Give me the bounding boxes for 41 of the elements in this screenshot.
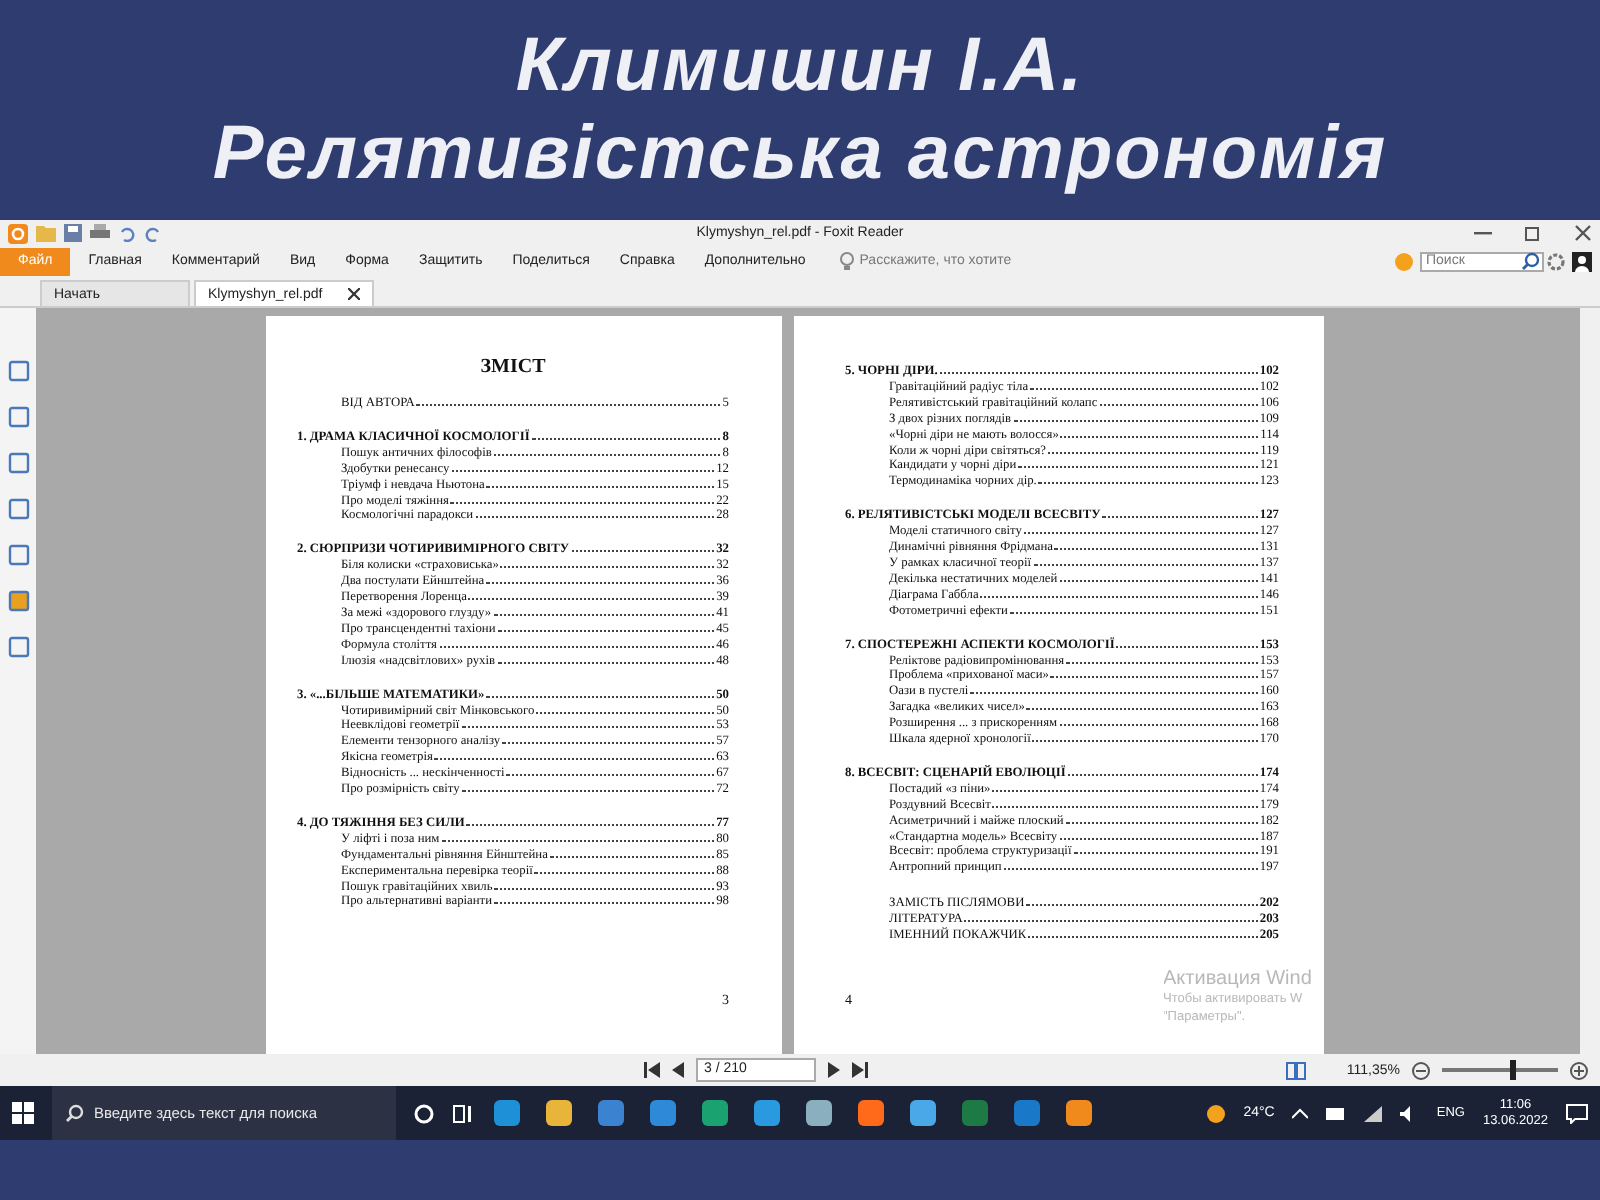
undo-icon[interactable] <box>118 224 136 242</box>
app-icon[interactable] <box>858 1100 884 1126</box>
print-icon[interactable] <box>90 224 110 242</box>
windows-start-icon[interactable] <box>12 1102 34 1124</box>
app-icon[interactable] <box>910 1100 936 1126</box>
user-icon[interactable] <box>1572 251 1592 271</box>
contents-heading: ЗМІСТ <box>478 356 548 378</box>
lightbulb-icon <box>839 252 854 270</box>
app-icon[interactable] <box>702 1100 728 1126</box>
app-icon[interactable] <box>650 1100 676 1126</box>
next-page-icon[interactable] <box>828 1062 840 1078</box>
chevron-up-icon[interactable] <box>1292 1107 1309 1119</box>
app-icon[interactable] <box>754 1100 780 1126</box>
redo-icon[interactable] <box>144 224 162 242</box>
task-view-icon[interactable] <box>452 1103 472 1123</box>
search-icon <box>66 1104 84 1122</box>
app-icon[interactable] <box>494 1100 520 1126</box>
activation-notice-title: Активация Wind <box>1163 968 1314 990</box>
last-page-icon[interactable] <box>852 1062 868 1078</box>
app-icon[interactable] <box>1014 1100 1040 1126</box>
app-icon[interactable] <box>598 1100 624 1126</box>
scrollbar[interactable] <box>1580 308 1600 1054</box>
save-icon[interactable] <box>64 224 82 242</box>
previous-page-icon[interactable] <box>672 1062 684 1078</box>
notification-icon[interactable] <box>1566 1103 1588 1123</box>
circle-icon[interactable] <box>414 1103 434 1123</box>
two-page-view-icon[interactable] <box>1286 1061 1307 1079</box>
slide-title: Климишин І.А. <box>515 22 1085 110</box>
app-icon[interactable] <box>806 1100 832 1126</box>
app-icon[interactable] <box>1066 1100 1092 1126</box>
zoom-in-icon[interactable] <box>1570 1061 1588 1079</box>
zoom-slider-thumb[interactable] <box>1509 1060 1516 1080</box>
close-icon[interactable] <box>348 288 360 300</box>
app-icon[interactable] <box>546 1100 572 1126</box>
zoom-out-icon[interactable] <box>1412 1061 1430 1079</box>
first-page-icon[interactable] <box>644 1062 660 1078</box>
restore-icon[interactable] <box>1524 224 1542 242</box>
sun-icon <box>1205 1103 1226 1123</box>
slide-title: Релятивістська астрономія <box>212 110 1388 198</box>
close-icon[interactable] <box>1574 224 1592 242</box>
gear-icon[interactable] <box>1546 251 1566 271</box>
